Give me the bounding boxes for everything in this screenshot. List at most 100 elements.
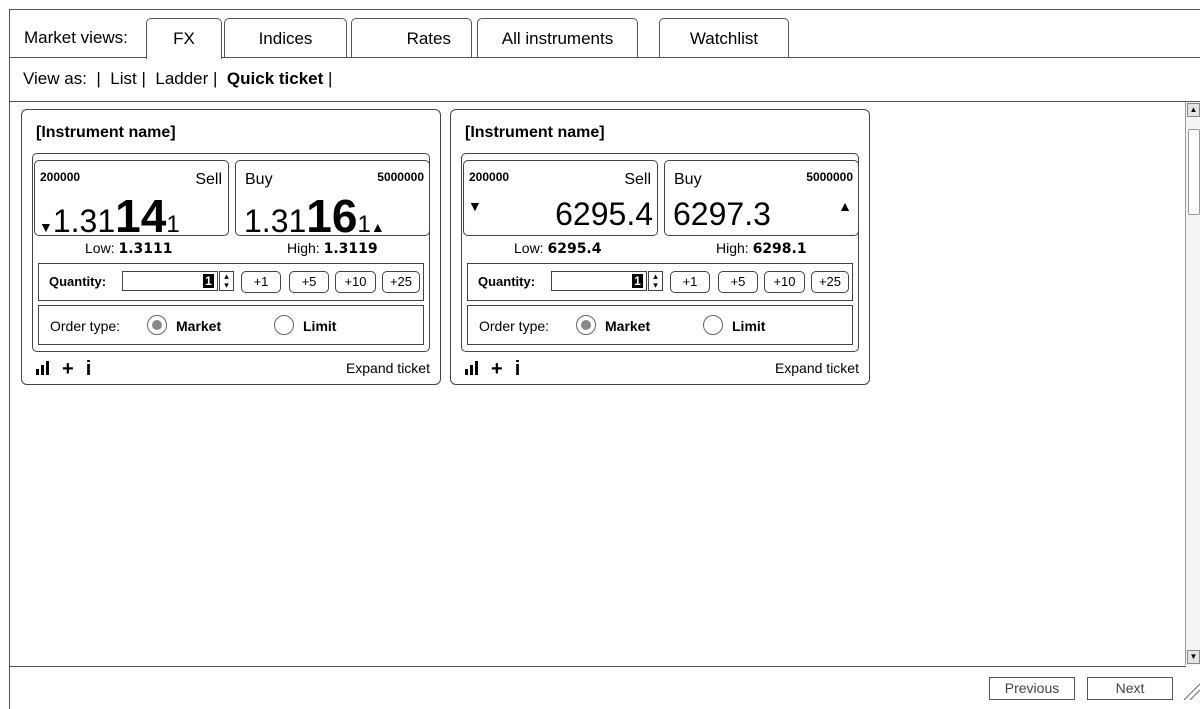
sell-price-prefix: 1.31 [52, 203, 116, 239]
ticket-footer-icons: + i [36, 358, 103, 381]
scroll-down-icon[interactable]: ▼ [1187, 650, 1200, 664]
tab-all-instruments[interactable]: All instruments [477, 18, 638, 58]
limit-radio[interactable] [703, 315, 723, 335]
low-value: Low: 1.3111 [85, 240, 173, 257]
add-icon[interactable]: + [62, 358, 74, 380]
limit-label: Limit [303, 318, 337, 334]
market-label: Market [605, 318, 651, 334]
sell-price-fraction: 1 [166, 211, 180, 238]
view-option-ladder[interactable]: Ladder [155, 69, 208, 88]
buy-label: Buy [674, 171, 702, 188]
info-icon[interactable]: i [515, 358, 521, 380]
low-label: Low: [85, 240, 115, 256]
tab-fx[interactable]: FX [146, 18, 222, 59]
sell-quantity: 200000 [40, 170, 81, 184]
scroll-thumb[interactable] [1188, 129, 1200, 215]
sell-price: ▼ [468, 199, 482, 215]
increment-1-button[interactable]: +1 [670, 271, 710, 293]
order-type-label: Order type: [479, 318, 550, 334]
high-label: High: [716, 240, 749, 256]
quantity-stepper[interactable]: ▴ ▾ [219, 271, 234, 291]
view-option-quick-ticket[interactable]: Quick ticket [227, 69, 323, 88]
sell-label: Sell [195, 171, 222, 188]
tab-watchlist[interactable]: Watchlist [659, 18, 789, 58]
increment-5-button[interactable]: +5 [289, 271, 329, 293]
low-label: Low: [514, 240, 544, 256]
view-option-list[interactable]: List [110, 69, 136, 88]
tab-rates[interactable]: Rates [351, 18, 472, 58]
bar-chart-icon[interactable] [465, 361, 479, 375]
resize-grip-icon[interactable] [1180, 680, 1200, 700]
buy-price-fraction: 1 [357, 211, 371, 238]
info-icon[interactable]: i [86, 358, 92, 380]
buy-price-value: 6297.3 [673, 196, 771, 232]
view-separator: | [96, 69, 101, 88]
buy-label: Buy [245, 171, 273, 188]
increment-10-button[interactable]: +10 [764, 271, 805, 293]
ticket-body: 200000 Sell ▼1.31141 Buy 5000000 1.31161… [32, 153, 430, 352]
view-separator: | [213, 69, 218, 88]
scroll-up-icon[interactable]: ▲ [1187, 103, 1200, 117]
market-radio[interactable] [576, 315, 596, 335]
buy-quantity: 5000000 [806, 170, 853, 184]
view-separator: | [328, 69, 333, 88]
market-views-label: Market views: [24, 28, 128, 47]
ticket-body: 200000 Sell ▼ 6295.4 Buy 5000000 6297.3 … [461, 153, 859, 352]
buy-price-box[interactable]: Buy 5000000 1.31161▲ [235, 160, 430, 239]
view-as-bar: View as: | List | Ladder | Quick ticket … [23, 69, 332, 89]
increment-5-button[interactable]: +5 [718, 271, 758, 293]
low-number: 6295.4 [547, 241, 602, 257]
buy-price-prefix: 1.31 [244, 203, 307, 239]
buy-price-pips: 16 [306, 190, 358, 242]
high-value: High: 1.3119 [287, 240, 378, 257]
quick-ticket: [Instrument name] 200000 Sell ▼ 6295.4 B… [450, 109, 870, 385]
market-views-tabbar: Market views: FX Indices Rates All instr… [10, 10, 1200, 59]
down-arrow-icon: ▼ [468, 198, 482, 214]
tab-indices[interactable]: Indices [224, 18, 347, 58]
sell-price: ▼1.31141 [39, 193, 180, 239]
increment-25-button[interactable]: +25 [382, 271, 420, 293]
vertical-scrollbar[interactable]: ▲ ▼ [1185, 102, 1200, 665]
up-arrow-icon: ▲ [838, 198, 852, 214]
high-value: High: 6298.1 [716, 240, 807, 257]
instrument-name: [Instrument name] [36, 124, 176, 141]
quantity-value: 1 [203, 274, 214, 288]
limit-radio[interactable] [274, 315, 294, 335]
quantity-stepper[interactable]: ▴ ▾ [648, 271, 663, 291]
buy-price: ▲ [838, 199, 852, 215]
next-button[interactable]: Next [1087, 677, 1173, 700]
sell-price-pips: 14 [115, 190, 167, 242]
increment-1-button[interactable]: +1 [241, 271, 281, 293]
buy-price: 1.31161▲ [244, 193, 385, 239]
low-value: Low: 6295.4 [514, 240, 602, 257]
view-as-label: View as: [23, 69, 87, 88]
quantity-input[interactable]: 1 [122, 271, 218, 291]
quantity-value: 1 [632, 274, 643, 288]
high-number: 6298.1 [752, 241, 807, 257]
quick-ticket: [Instrument name] 200000 Sell ▼1.31141 B… [21, 109, 441, 385]
market-radio[interactable] [147, 315, 167, 335]
buy-quantity: 5000000 [377, 170, 424, 184]
sell-price-box[interactable]: 200000 Sell ▼1.31141 [34, 160, 229, 239]
sell-price-box[interactable]: 200000 Sell ▼ 6295.4 [463, 160, 658, 236]
view-separator: | [141, 69, 146, 88]
bar-chart-icon[interactable] [36, 361, 50, 375]
sell-label: Sell [624, 171, 651, 188]
expand-ticket-link[interactable]: Expand ticket [346, 360, 430, 376]
add-icon[interactable]: + [491, 358, 503, 380]
down-arrow-icon: ▼ [39, 219, 53, 235]
buy-price-box[interactable]: Buy 5000000 6297.3 ▲ [664, 160, 859, 236]
limit-label: Limit [732, 318, 766, 334]
quantity-input[interactable]: 1 [551, 271, 647, 291]
sell-quantity: 200000 [469, 170, 510, 184]
previous-button[interactable]: Previous [989, 677, 1075, 700]
low-number: 1.3111 [118, 241, 173, 257]
expand-ticket-link[interactable]: Expand ticket [775, 360, 859, 376]
high-label: High: [287, 240, 320, 256]
increment-25-button[interactable]: +25 [811, 271, 849, 293]
up-arrow-icon: ▲ [370, 219, 385, 235]
quantity-label: Quantity: [478, 274, 536, 289]
increment-10-button[interactable]: +10 [335, 271, 376, 293]
order-type-label: Order type: [50, 318, 121, 334]
quantity-row: Quantity: 1 ▴ ▾ +1 +5 +10 +25 [467, 263, 853, 301]
